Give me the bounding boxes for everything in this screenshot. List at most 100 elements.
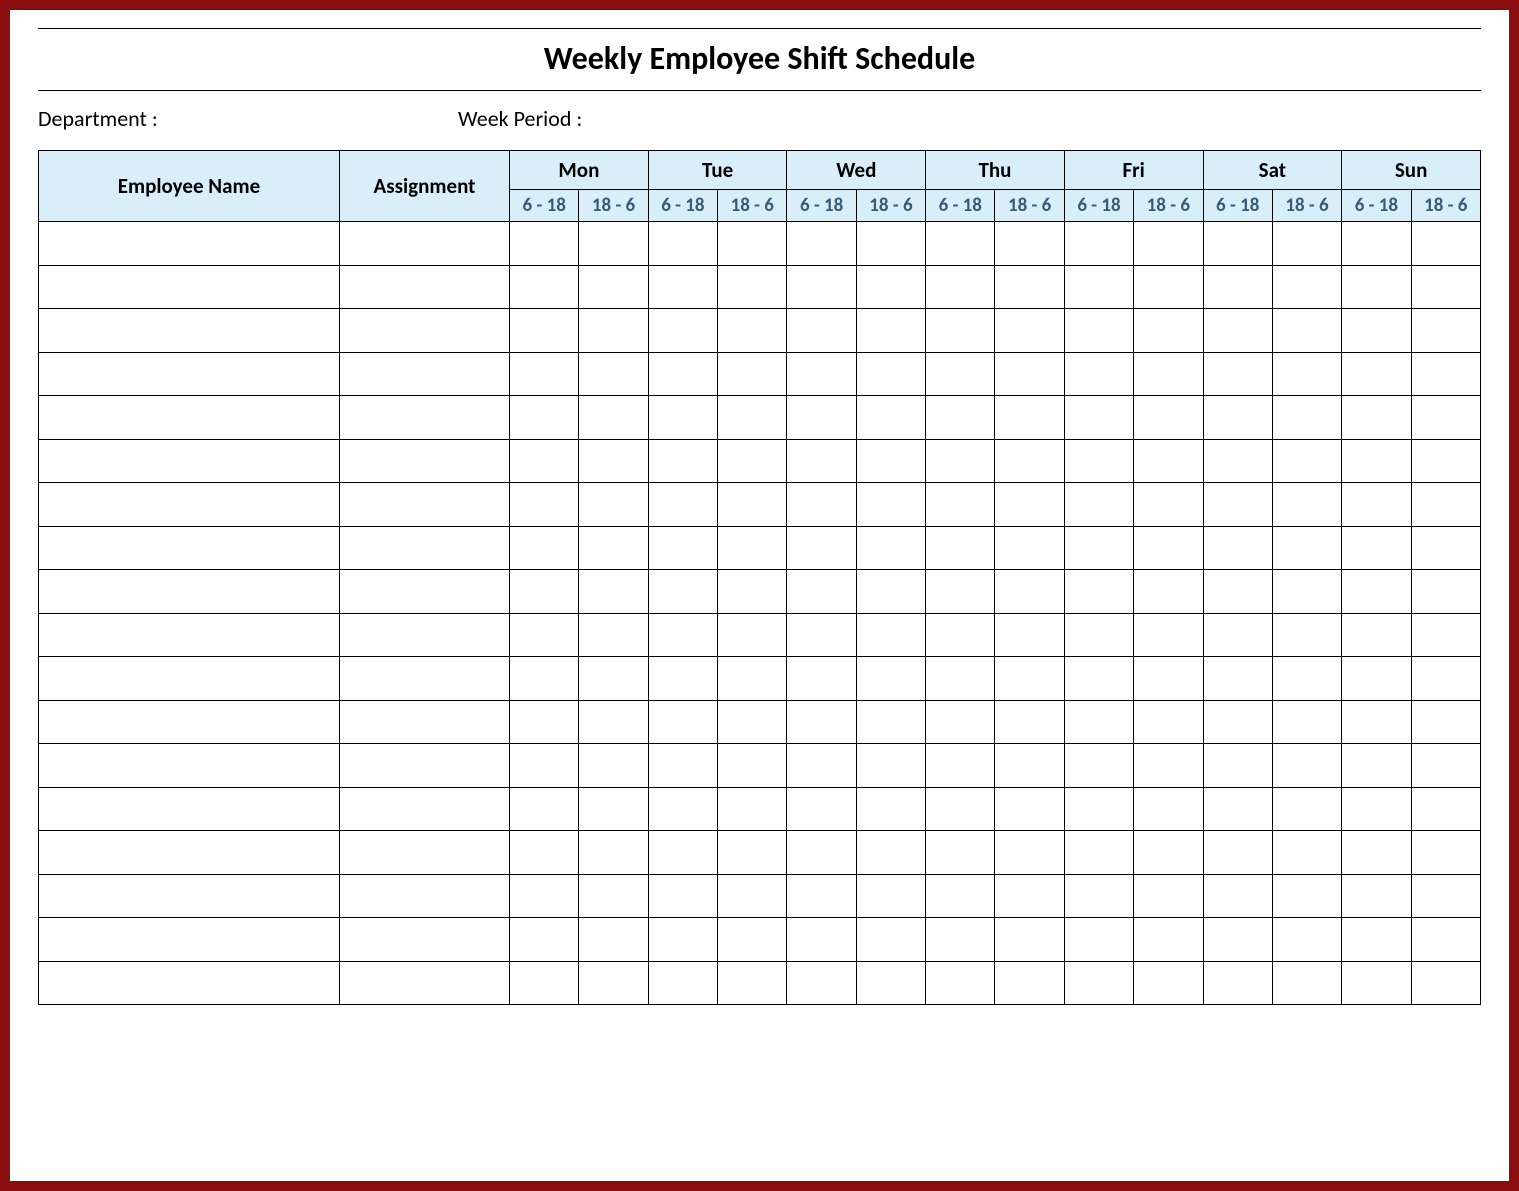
table-cell[interactable] (1342, 570, 1411, 614)
table-cell[interactable] (510, 657, 579, 701)
table-cell[interactable] (856, 744, 925, 788)
table-cell[interactable] (856, 526, 925, 570)
table-cell[interactable] (1134, 570, 1203, 614)
table-cell[interactable] (1203, 396, 1272, 440)
table-cell[interactable] (579, 222, 648, 266)
table-cell[interactable] (718, 265, 787, 309)
table-cell[interactable] (1203, 874, 1272, 918)
table-cell[interactable] (1411, 874, 1480, 918)
table-cell[interactable] (995, 265, 1064, 309)
table-cell[interactable] (856, 787, 925, 831)
table-cell[interactable] (1342, 396, 1411, 440)
table-cell[interactable] (1134, 222, 1203, 266)
table-cell[interactable] (1203, 439, 1272, 483)
table-cell[interactable] (1203, 744, 1272, 788)
table-cell[interactable] (856, 309, 925, 353)
table-cell[interactable] (1064, 396, 1133, 440)
table-cell[interactable] (1411, 352, 1480, 396)
table-cell[interactable] (510, 222, 579, 266)
table-cell[interactable] (1134, 874, 1203, 918)
table-cell[interactable] (39, 744, 340, 788)
table-cell[interactable] (718, 787, 787, 831)
table-cell[interactable] (1342, 787, 1411, 831)
table-cell[interactable] (1411, 961, 1480, 1005)
table-cell[interactable] (1203, 526, 1272, 570)
table-cell[interactable] (339, 700, 509, 744)
table-cell[interactable] (648, 526, 717, 570)
table-cell[interactable] (926, 613, 995, 657)
table-cell[interactable] (1411, 744, 1480, 788)
table-cell[interactable] (995, 700, 1064, 744)
table-cell[interactable] (856, 700, 925, 744)
table-cell[interactable] (926, 787, 995, 831)
table-cell[interactable] (787, 874, 856, 918)
table-cell[interactable] (648, 787, 717, 831)
table-cell[interactable] (39, 874, 340, 918)
table-cell[interactable] (787, 831, 856, 875)
table-cell[interactable] (995, 222, 1064, 266)
table-cell[interactable] (995, 526, 1064, 570)
table-cell[interactable] (926, 874, 995, 918)
table-cell[interactable] (339, 787, 509, 831)
table-cell[interactable] (718, 700, 787, 744)
table-cell[interactable] (339, 265, 509, 309)
table-cell[interactable] (1342, 961, 1411, 1005)
table-cell[interactable] (579, 396, 648, 440)
table-cell[interactable] (926, 831, 995, 875)
table-cell[interactable] (648, 483, 717, 527)
table-cell[interactable] (1272, 352, 1341, 396)
table-cell[interactable] (856, 483, 925, 527)
table-cell[interactable] (1203, 483, 1272, 527)
table-cell[interactable] (1134, 831, 1203, 875)
table-cell[interactable] (39, 961, 340, 1005)
table-cell[interactable] (1272, 526, 1341, 570)
table-cell[interactable] (1411, 396, 1480, 440)
table-cell[interactable] (995, 831, 1064, 875)
table-cell[interactable] (648, 961, 717, 1005)
table-cell[interactable] (339, 222, 509, 266)
table-cell[interactable] (1203, 613, 1272, 657)
table-cell[interactable] (1342, 744, 1411, 788)
table-cell[interactable] (648, 918, 717, 962)
table-cell[interactable] (39, 657, 340, 701)
table-cell[interactable] (648, 657, 717, 701)
table-cell[interactable] (1064, 700, 1133, 744)
table-cell[interactable] (579, 483, 648, 527)
table-cell[interactable] (1064, 439, 1133, 483)
table-cell[interactable] (510, 874, 579, 918)
table-cell[interactable] (926, 222, 995, 266)
table-cell[interactable] (995, 874, 1064, 918)
table-cell[interactable] (339, 613, 509, 657)
table-cell[interactable] (1203, 787, 1272, 831)
table-cell[interactable] (926, 526, 995, 570)
table-cell[interactable] (1134, 787, 1203, 831)
table-cell[interactable] (856, 439, 925, 483)
table-cell[interactable] (648, 570, 717, 614)
table-cell[interactable] (718, 396, 787, 440)
table-cell[interactable] (1411, 613, 1480, 657)
table-cell[interactable] (1342, 265, 1411, 309)
table-cell[interactable] (787, 744, 856, 788)
table-cell[interactable] (39, 222, 340, 266)
table-cell[interactable] (1064, 483, 1133, 527)
table-cell[interactable] (718, 222, 787, 266)
table-cell[interactable] (926, 396, 995, 440)
table-cell[interactable] (718, 526, 787, 570)
table-cell[interactable] (579, 831, 648, 875)
table-cell[interactable] (718, 613, 787, 657)
table-cell[interactable] (926, 570, 995, 614)
table-cell[interactable] (1272, 918, 1341, 962)
table-cell[interactable] (510, 265, 579, 309)
table-cell[interactable] (648, 700, 717, 744)
table-cell[interactable] (1342, 439, 1411, 483)
table-cell[interactable] (510, 787, 579, 831)
table-cell[interactable] (510, 613, 579, 657)
table-cell[interactable] (39, 439, 340, 483)
table-cell[interactable] (1342, 526, 1411, 570)
table-cell[interactable] (787, 787, 856, 831)
table-cell[interactable] (1064, 570, 1133, 614)
table-cell[interactable] (39, 918, 340, 962)
table-cell[interactable] (39, 613, 340, 657)
table-cell[interactable] (39, 483, 340, 527)
table-cell[interactable] (579, 570, 648, 614)
